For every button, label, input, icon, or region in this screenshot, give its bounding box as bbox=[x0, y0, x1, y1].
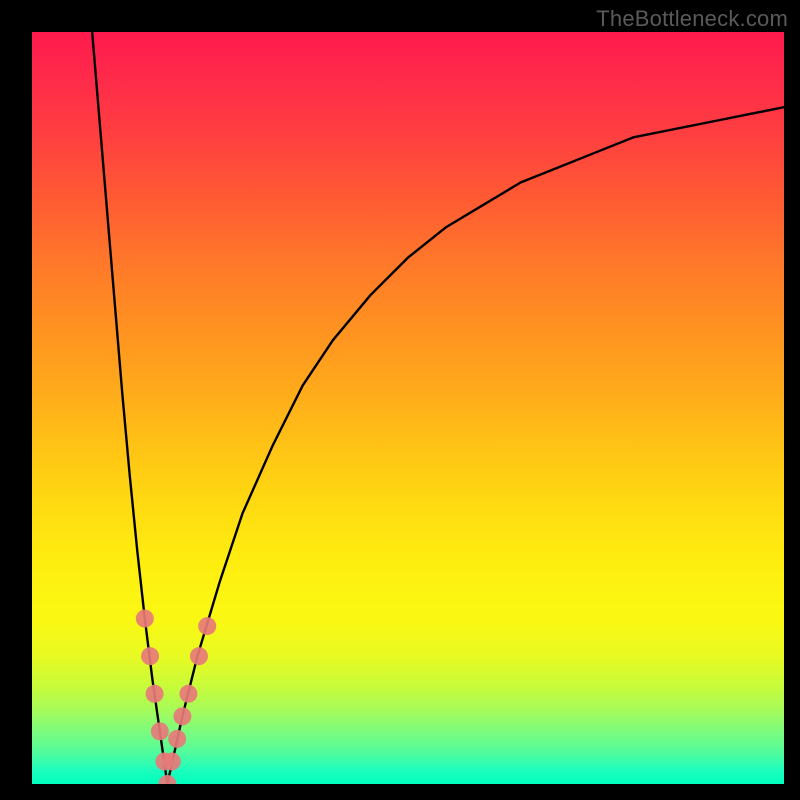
marker-point bbox=[158, 775, 176, 784]
marker-point bbox=[136, 610, 154, 628]
series-left_branch bbox=[92, 32, 167, 784]
marker-point bbox=[141, 647, 159, 665]
marker-point bbox=[151, 722, 169, 740]
watermark-text: TheBottleneck.com bbox=[596, 6, 788, 32]
marker-point bbox=[190, 647, 208, 665]
marker-point bbox=[173, 707, 191, 725]
series-right_branch bbox=[167, 107, 784, 784]
plot-area bbox=[32, 32, 784, 784]
marker-point bbox=[163, 752, 181, 770]
marker-point bbox=[198, 617, 216, 635]
marker-point bbox=[179, 685, 197, 703]
marker-point bbox=[168, 730, 186, 748]
chart-frame: TheBottleneck.com bbox=[0, 0, 800, 800]
curve-layer bbox=[32, 32, 784, 784]
bottleneck-curve bbox=[92, 32, 784, 784]
marker-point bbox=[146, 685, 164, 703]
